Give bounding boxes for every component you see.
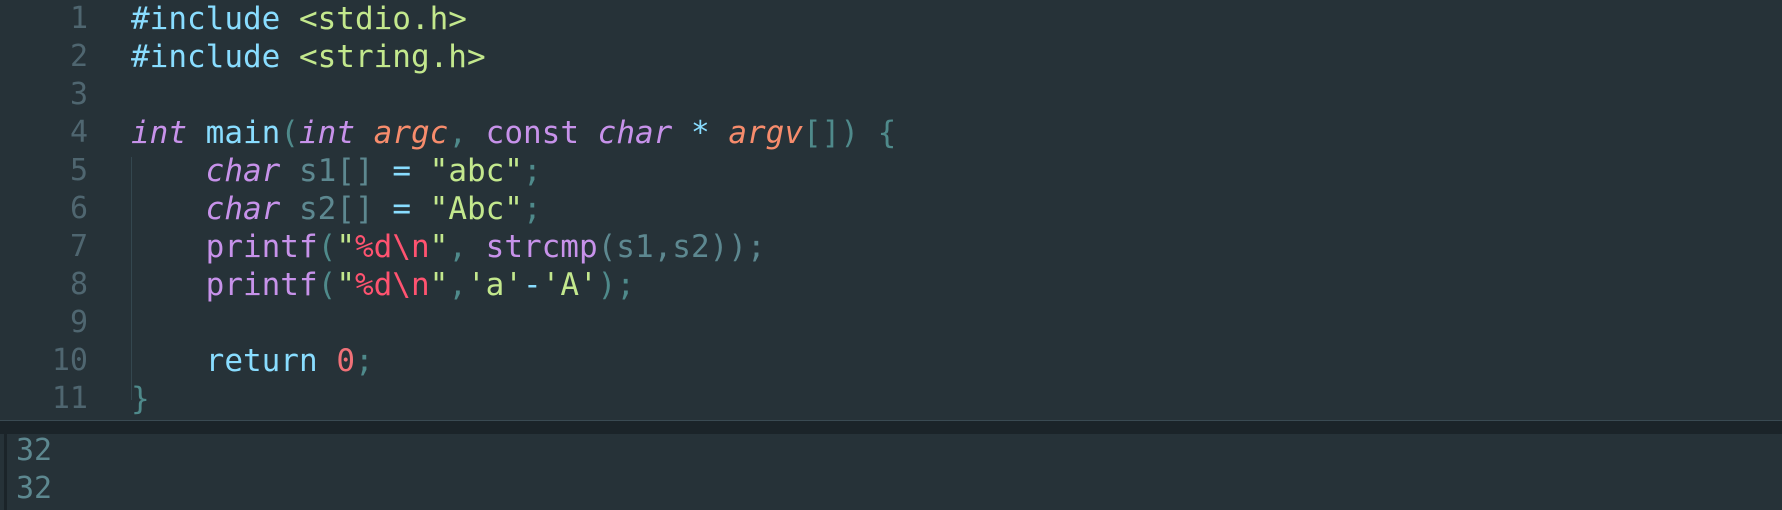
open-paren: ( [317,267,337,303]
code-line-4: 4 int main(int argc, const char * argv[]… [0,114,1782,152]
code-text: #include <stdio.h> [131,0,467,38]
comma: , [448,115,467,151]
assign-op: = [392,191,411,227]
param-type: int [299,115,355,151]
param-name: argc [373,115,449,151]
preprocessor-directive: #include [131,39,281,75]
function-name: main [205,115,281,151]
output-panel[interactable]: 32 32 [0,434,1782,510]
open-paren: ( [317,229,337,265]
param-type: char [597,115,673,151]
code-text: printf("%d\n", strcmp(s1,s2)); [131,228,766,266]
function-call: strcmp [485,229,598,265]
line-number: 3 [69,77,88,112]
code-text: printf("%d\n",'a'-'A'); [131,266,635,304]
qualifier: const [485,115,579,151]
function-call: printf [205,229,318,265]
assign-op: = [392,153,411,189]
param-name: argv [728,115,803,151]
preprocessor-directive: #include [131,1,281,37]
var-type: char [205,191,281,227]
close-paren: ); [597,267,635,303]
line-number: 7 [69,229,88,264]
number-literal: 0 [336,343,355,379]
line-number: 6 [69,191,88,226]
code-line-3: 3 [0,76,1782,114]
line-number: 4 [69,115,88,150]
var-name: s1[] [298,153,374,189]
char-literal: 'a' [466,267,523,303]
function-call: printf [205,267,318,303]
line-number: 10 [51,343,88,378]
code-line-6: 6 char s2[] = "Abc"; [0,190,1782,228]
string-literal: "Abc" [429,191,523,227]
include-header: <string.h> [298,39,486,75]
code-text: int main(int argc, const char * argv[]) … [131,114,896,152]
var-type: char [205,153,281,189]
code-text: return 0; [131,342,374,380]
code-line-8: 8 printf("%d\n",'a'-'A'); [0,266,1782,304]
code-line-10: 10 return 0; [0,342,1782,380]
output-panel-edge [4,434,7,510]
include-header: <stdio.h> [298,1,467,37]
pointer-star: * [691,115,710,151]
output-line: 32 [16,471,53,506]
quote: " [429,267,449,303]
close-brace: } [131,381,150,417]
line-number: 2 [69,39,88,74]
code-line-2: 2 #include <string.h> [0,38,1782,76]
format-spec: %d\n [354,229,430,265]
string-literal: "abc" [429,153,523,189]
panel-divider[interactable] [0,420,1782,435]
code-editor[interactable]: 1 #include <stdio.h> 2 #include <string.… [0,0,1782,420]
code-text: } [131,380,150,418]
line-number: 9 [69,305,88,340]
char-literal: 'A' [541,267,598,303]
line-number: 1 [69,1,88,36]
code-line-11: 11 } [0,380,1782,418]
open-paren: ( [280,115,299,151]
semicolon: ; [522,191,542,227]
comma: , [448,229,467,265]
comma: , [448,267,467,303]
format-spec: %d\n [354,267,430,303]
quote: " [336,229,355,265]
minus-op: - [522,267,542,303]
call-args: (s1,s2)); [597,229,766,265]
code-text: #include <string.h> [131,38,486,76]
line-number: 5 [69,153,88,188]
code-text: char s2[] = "Abc"; [131,190,542,228]
code-line-9: 9 [0,304,1782,342]
brackets: []) [803,115,859,151]
line-number: 11 [51,381,88,416]
line-number: 8 [69,267,88,302]
var-name: s2[] [298,191,374,227]
return-keyword: return [205,343,318,379]
semicolon: ; [522,153,542,189]
code-line-7: 7 printf("%d\n", strcmp(s1,s2)); [0,228,1782,266]
return-type: int [131,115,187,151]
open-brace: { [877,115,897,151]
code-line-1: 1 #include <stdio.h> [0,0,1782,38]
output-line: 32 [16,434,53,468]
code-line-5: 5 char s1[] = "abc"; [0,152,1782,190]
quote: " [429,229,449,265]
quote: " [336,267,355,303]
code-text: char s1[] = "abc"; [131,152,542,190]
semicolon: ; [354,343,374,379]
